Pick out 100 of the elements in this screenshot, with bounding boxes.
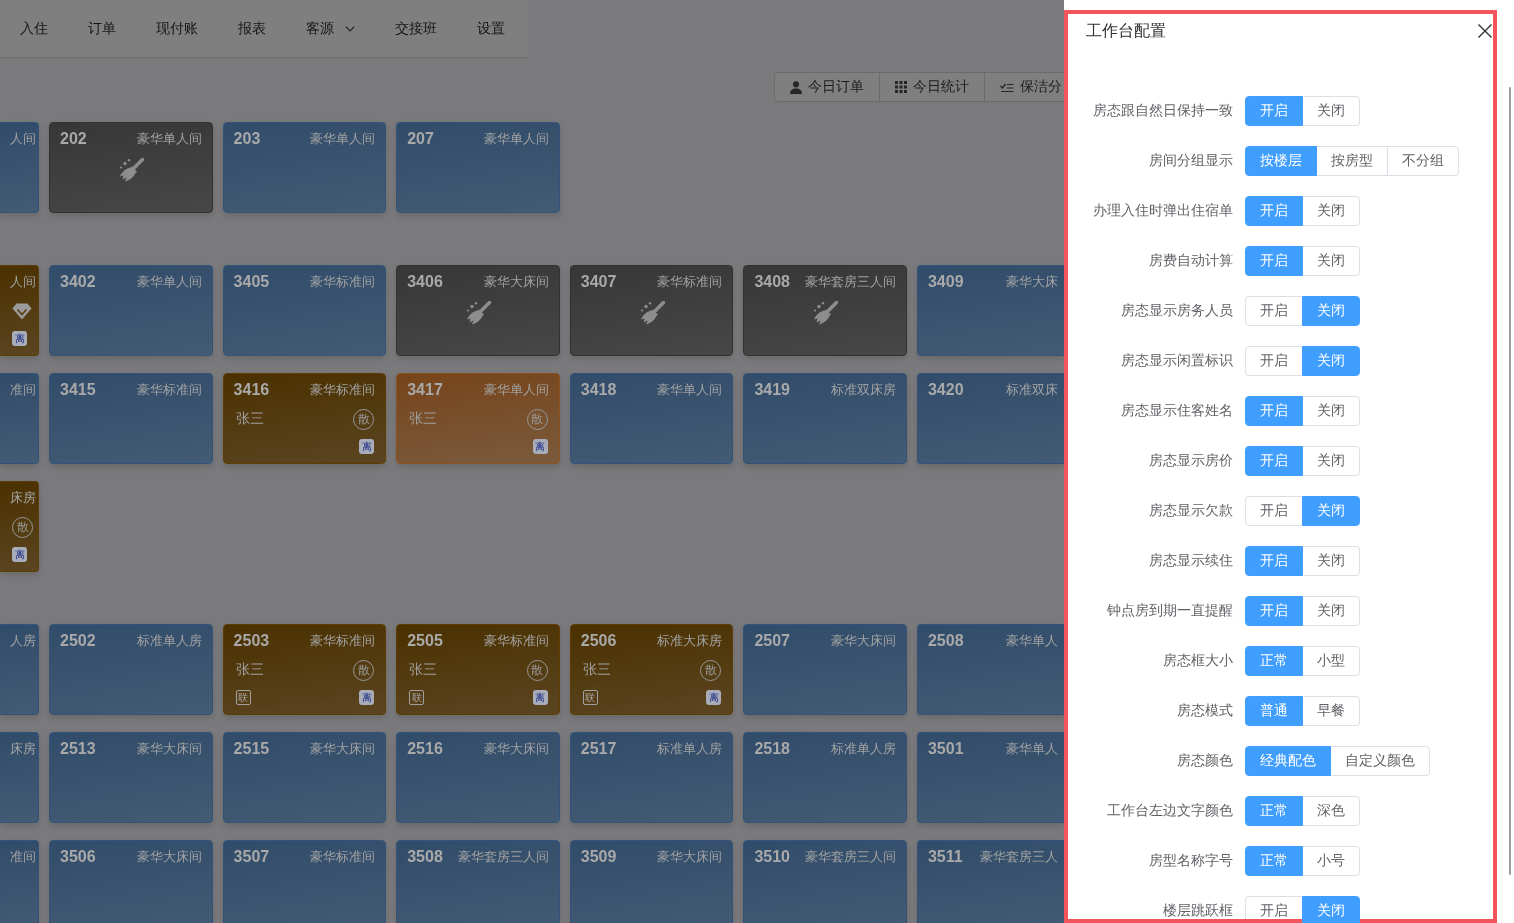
room-card[interactable]: 人间 离	[0, 265, 39, 356]
room-card[interactable]: 3420 标准双床	[916, 373, 1064, 464]
room-card[interactable]: 3407 豪华标准间	[569, 265, 734, 356]
room-type-label: 标准双床	[1005, 381, 1058, 399]
setting-label: 楼层跳跃框	[1162, 902, 1233, 920]
option-button[interactable]: 开启	[1245, 446, 1303, 476]
room-card[interactable]: 3415 豪华标准间	[49, 373, 213, 464]
toolbar-button[interactable]: 今日订单	[774, 72, 880, 102]
room-card[interactable]: 3405 豪华标准间	[222, 265, 387, 356]
broom-icon	[638, 301, 665, 325]
toolbar-button[interactable]: 今日统计	[880, 72, 985, 102]
room-card[interactable]: 3509 豪华大床间	[569, 840, 734, 923]
room-card[interactable]: 207 豪华单人间	[396, 122, 560, 213]
room-card[interactable]: 人房	[0, 624, 39, 715]
option-button[interactable]: 小号	[1302, 846, 1360, 876]
checkout-tag: 离	[532, 439, 548, 454]
room-number: 2503	[233, 632, 270, 650]
room-card[interactable]: 3510 豪华套房三人间	[743, 840, 907, 923]
option-button[interactable]: 开启	[1245, 96, 1303, 126]
option-button[interactable]: 关闭	[1302, 196, 1360, 226]
option-button[interactable]: 正常	[1245, 796, 1303, 826]
room-card[interactable]: 2505 豪华标准间 张三 散 联 离	[396, 624, 560, 715]
room-card[interactable]: 3408 豪华套房三人间	[743, 265, 907, 356]
room-card[interactable]: 准间	[0, 840, 39, 923]
option-button[interactable]: 开启	[1245, 346, 1303, 376]
room-number: 3416	[233, 381, 270, 399]
room-card[interactable]: 2503 豪华标准间 张三 散 联 离	[222, 624, 387, 715]
option-button[interactable]: 小型	[1302, 646, 1360, 676]
room-card[interactable]: 2518 标准单人房	[743, 732, 907, 823]
checkout-tag: 离	[12, 547, 27, 562]
room-card[interactable]: 3402 豪华单人间	[49, 265, 213, 356]
room-card[interactable]: 人间	[0, 122, 39, 213]
room-card[interactable]: 3501 豪华单人	[916, 732, 1064, 823]
room-number: 3408	[754, 273, 790, 291]
room-card[interactable]: 3507 豪华标准间	[222, 840, 387, 923]
room-card[interactable]: 3508 豪华套房三人间	[396, 840, 560, 923]
nav-item[interactable]: 报表	[238, 19, 266, 38]
nav-item[interactable]: 客源	[306, 19, 355, 38]
option-button[interactable]: 关闭	[1302, 296, 1360, 326]
nav-item[interactable]: 交接班	[395, 19, 437, 38]
room-card[interactable]: 2506 标准大床房 张三 散 联 离	[569, 624, 734, 715]
option-button[interactable]: 关闭	[1302, 446, 1360, 476]
room-card[interactable]: 2508 豪华单人	[916, 624, 1064, 715]
option-button[interactable]: 开启	[1245, 596, 1303, 626]
room-number: 3402	[60, 273, 96, 291]
room-card[interactable]: 2513 豪华大床间	[49, 732, 213, 823]
option-button[interactable]: 开启	[1245, 296, 1303, 326]
setting-label: 房态框大小	[1162, 652, 1233, 670]
room-card[interactable]: 3506 豪华大床间	[49, 840, 213, 923]
room-card[interactable]: 3417 豪华单人间 张三 散 离	[396, 373, 560, 464]
room-card[interactable]: 3418 豪华单人间	[569, 373, 734, 464]
option-button[interactable]: 正常	[1245, 646, 1303, 676]
option-button[interactable]: 开启	[1245, 396, 1303, 426]
room-type-label: 豪华单人间	[310, 130, 376, 148]
option-button[interactable]: 开启	[1245, 246, 1303, 276]
room-card[interactable]: 202 豪华单人间	[49, 122, 213, 213]
option-button[interactable]: 关闭	[1302, 346, 1360, 376]
option-button[interactable]: 关闭	[1302, 546, 1360, 576]
option-button[interactable]: 关闭	[1302, 596, 1360, 626]
nav-item[interactable]: 设置	[477, 19, 505, 38]
room-number: 2508	[927, 632, 964, 650]
room-number: 3501	[927, 740, 964, 758]
option-button[interactable]: 按房型	[1316, 146, 1388, 176]
nav-item[interactable]: 订单	[88, 19, 116, 38]
option-button[interactable]: 开启	[1245, 496, 1303, 526]
option-button[interactable]: 深色	[1302, 796, 1360, 826]
option-button[interactable]: 不分组	[1387, 146, 1459, 176]
room-card[interactable]: 2515 豪华大床间	[222, 732, 387, 823]
option-button[interactable]: 早餐	[1302, 696, 1360, 726]
option-button[interactable]: 开启	[1245, 546, 1303, 576]
room-card[interactable]: 3409 豪华大床	[916, 265, 1064, 356]
room-type-label: 豪华套房三人	[979, 848, 1058, 866]
option-button[interactable]: 关闭	[1302, 496, 1360, 526]
room-card[interactable]: 3416 豪华标准间 张三 散 离	[222, 373, 387, 464]
room-card[interactable]: 203 豪华单人间	[222, 122, 387, 213]
room-card[interactable]: 2516 豪华大床间	[396, 732, 560, 823]
room-card[interactable]: 3419 标准双床房	[743, 373, 907, 464]
checkout-tag: 离	[359, 439, 375, 454]
option-button[interactable]: 关闭	[1302, 246, 1360, 276]
room-card[interactable]: 2502 标准单人房	[49, 624, 213, 715]
option-button[interactable]: 关闭	[1302, 96, 1360, 126]
option-button[interactable]: 按楼层	[1245, 146, 1317, 176]
room-card[interactable]: 3406 豪华大床间	[396, 265, 560, 356]
option-button[interactable]: 经典配色	[1245, 746, 1331, 776]
option-button[interactable]: 开启	[1245, 196, 1303, 226]
nav-item[interactable]: 现付账	[156, 19, 198, 38]
option-button[interactable]: 普通	[1245, 696, 1303, 726]
option-button[interactable]: 关闭	[1302, 396, 1360, 426]
room-card[interactable]: 3511 豪华套房三人	[916, 840, 1064, 923]
option-button[interactable]: 自定义颜色	[1330, 746, 1430, 776]
room-card[interactable]: 准间	[0, 373, 39, 464]
close-button[interactable]	[1478, 24, 1492, 38]
option-button[interactable]: 关闭	[1302, 896, 1360, 923]
room-card[interactable]: 床房	[0, 732, 39, 823]
option-button[interactable]: 正常	[1245, 846, 1303, 876]
room-card[interactable]: 2517 标准单人房	[569, 732, 734, 823]
nav-item[interactable]: 入住	[20, 19, 48, 38]
toolbar-button[interactable]: 保洁分	[985, 72, 1064, 102]
room-card[interactable]: 2507 豪华大床间	[743, 624, 907, 715]
room-card[interactable]: 床房 散 离	[0, 481, 39, 572]
